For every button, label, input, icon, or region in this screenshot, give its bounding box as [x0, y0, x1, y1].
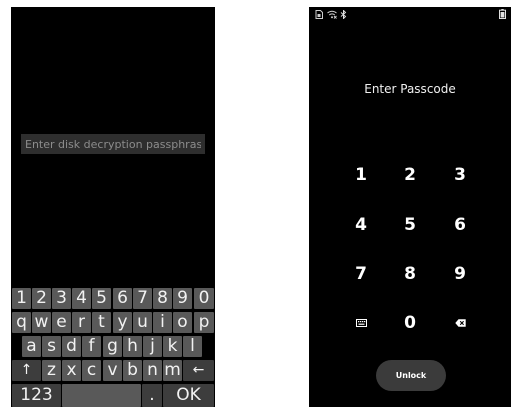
on-screen-keyboard: 1 2 3 4 5 6 7 8 9 0 q w e r t y u i o p …: [11, 288, 215, 407]
keyboard-row-qwerty: q w e r t y u i o p: [11, 312, 215, 333]
key-8[interactable]: 8: [153, 288, 172, 309]
disk-unlock-screen: 1 2 3 4 5 6 7 8 9 0 q w e r t y u i o p …: [11, 7, 215, 407]
key-4[interactable]: 4: [72, 288, 91, 309]
key-q[interactable]: q: [12, 312, 31, 333]
key-a[interactable]: a: [22, 336, 41, 357]
keypad-7[interactable]: 7: [336, 259, 386, 289]
keypad-4[interactable]: 4: [336, 210, 386, 240]
passcode-backspace-button[interactable]: [435, 308, 485, 338]
key-z[interactable]: z: [42, 360, 61, 381]
lock-screen: Enter Passcode 1 2 3 4 5 6 7 8 9 0 Unloc…: [309, 7, 511, 407]
keypad-5[interactable]: 5: [385, 210, 435, 240]
ok-key[interactable]: OK: [163, 384, 214, 407]
key-7[interactable]: 7: [133, 288, 152, 309]
keyboard-row-zxcv: ↑ z x c v b n m ←: [11, 360, 215, 381]
key-v[interactable]: v: [103, 360, 122, 381]
keyboard-toggle-button[interactable]: [336, 308, 386, 338]
key-r[interactable]: r: [72, 312, 91, 333]
period-key[interactable]: .: [142, 384, 162, 407]
key-p[interactable]: p: [194, 312, 214, 333]
key-t[interactable]: t: [92, 312, 111, 333]
key-e[interactable]: e: [52, 312, 71, 333]
key-o[interactable]: o: [173, 312, 192, 333]
keyboard-row-bottom: 123 . OK: [11, 384, 215, 407]
key-0[interactable]: 0: [194, 288, 214, 309]
key-j[interactable]: j: [143, 336, 162, 357]
key-b[interactable]: b: [123, 360, 142, 381]
backspace-key[interactable]: ←: [183, 360, 214, 381]
key-c[interactable]: c: [82, 360, 101, 381]
key-6[interactable]: 6: [113, 288, 132, 309]
key-i[interactable]: i: [153, 312, 172, 333]
key-l[interactable]: l: [183, 336, 202, 357]
key-2[interactable]: 2: [32, 288, 51, 309]
keypad-3[interactable]: 3: [435, 160, 485, 190]
key-y[interactable]: y: [113, 312, 132, 333]
key-f[interactable]: f: [82, 336, 101, 357]
unlock-button[interactable]: Unlock: [376, 360, 446, 391]
sim-icon: [315, 10, 323, 19]
passphrase-input[interactable]: [21, 134, 205, 154]
keypad-6[interactable]: 6: [435, 210, 485, 240]
keyboard-row-digits: 1 2 3 4 5 6 7 8 9 0: [11, 288, 215, 309]
passcode-title: Enter Passcode: [364, 82, 456, 96]
key-w[interactable]: w: [32, 312, 51, 333]
keypad-1[interactable]: 1: [336, 160, 386, 190]
key-x[interactable]: x: [62, 360, 81, 381]
key-9[interactable]: 9: [173, 288, 192, 309]
key-5[interactable]: 5: [92, 288, 111, 309]
key-s[interactable]: s: [42, 336, 61, 357]
key-d[interactable]: d: [62, 336, 81, 357]
key-m[interactable]: m: [163, 360, 182, 381]
keypad-9[interactable]: 9: [435, 259, 485, 289]
key-g[interactable]: g: [103, 336, 122, 357]
keyboard-icon: [355, 319, 367, 327]
key-u[interactable]: u: [133, 312, 152, 333]
wifi-icon: [327, 10, 337, 19]
backspace-icon: [454, 319, 466, 327]
key-3[interactable]: 3: [52, 288, 71, 309]
bluetooth-icon: [340, 10, 347, 19]
battery-icon: [499, 9, 506, 19]
space-key[interactable]: [62, 384, 141, 407]
numbers-key[interactable]: 123: [12, 384, 61, 407]
shift-key[interactable]: ↑: [12, 360, 41, 381]
status-bar: [309, 7, 511, 23]
keypad-0[interactable]: 0: [385, 308, 435, 338]
keyboard-row-asdf: a s d f g h j k l: [11, 336, 215, 357]
key-h[interactable]: h: [123, 336, 142, 357]
keypad-8[interactable]: 8: [385, 259, 435, 289]
key-k[interactable]: k: [163, 336, 182, 357]
keypad-2[interactable]: 2: [385, 160, 435, 190]
key-n[interactable]: n: [143, 360, 162, 381]
key-1[interactable]: 1: [12, 288, 31, 309]
